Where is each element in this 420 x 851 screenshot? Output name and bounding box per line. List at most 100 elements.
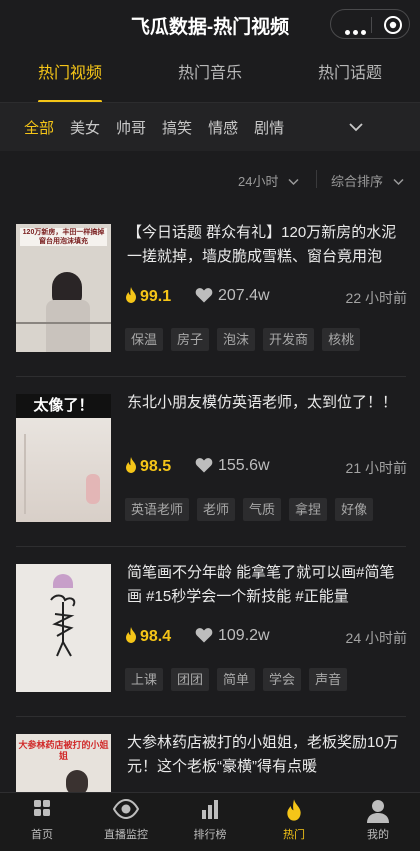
tag[interactable]: 好像	[335, 498, 374, 521]
capsule-divider	[371, 17, 372, 33]
bar-chart-icon	[202, 800, 218, 819]
mini-program-capsule[interactable]	[330, 9, 410, 39]
thumbnail-person-body	[46, 300, 90, 352]
likes-count: 109.2w	[195, 627, 270, 645]
video-stats: 98.4 109.2w 24 小时前	[125, 627, 407, 651]
category-funny[interactable]: 搞笑	[146, 117, 192, 138]
time-range-label: 24小时	[238, 174, 279, 189]
nav-ranking[interactable]: 排行榜	[168, 793, 252, 851]
tab-hot-music[interactable]: 热门音乐	[140, 50, 280, 102]
more-icon[interactable]	[345, 22, 369, 40]
flame-icon	[126, 457, 136, 473]
nav-label: 我的	[367, 829, 389, 841]
time-range-select[interactable]: 24小时	[238, 171, 299, 190]
tag-list: 上课 团团 简单 学会 声音	[125, 668, 355, 691]
tag[interactable]: 声音	[309, 668, 348, 691]
nav-label: 首页	[31, 829, 53, 841]
flame-icon	[126, 287, 136, 303]
sort-bar: 24小时 综合排序	[0, 151, 420, 207]
sort-divider	[316, 170, 317, 188]
top-bar: 飞瓜数据-热门视频	[0, 0, 420, 50]
user-icon	[367, 800, 389, 823]
chevron-down-icon	[393, 178, 404, 186]
tag-list: 保温 房子 泡沫 开发商 核桃	[125, 328, 368, 351]
heat-score: 98.4	[125, 627, 171, 646]
sort-order-select[interactable]: 综合排序	[331, 171, 404, 190]
thumbnail-window-ledge	[16, 322, 111, 324]
tag[interactable]: 拿捏	[289, 498, 328, 521]
video-item[interactable]: 太像了！ 东北小朋友模仿英语老师，太到位了！！ 98.5 155.6w 21 小…	[0, 377, 420, 547]
bottom-nav: 首页 直播监控 排行榜 热门 我的	[0, 792, 420, 851]
video-thumbnail[interactable]	[16, 564, 111, 692]
flame-icon	[287, 799, 301, 821]
thumbnail-drawing	[50, 594, 76, 657]
tag[interactable]: 老师	[197, 498, 236, 521]
video-stats: 98.5 155.6w 21 小时前	[125, 457, 407, 481]
nav-hot[interactable]: 热门	[252, 793, 336, 851]
tag-list: 英语老师 老师 气质 拿捏 好像	[125, 498, 381, 521]
main-tabs: 热门视频 热门音乐 热门话题	[0, 50, 420, 103]
close-target-icon[interactable]	[383, 15, 403, 35]
video-thumbnail[interactable]: 120万新房，丰田一样搞掉 窗台用泡沫填充	[16, 224, 111, 352]
tag[interactable]: 团团	[171, 668, 210, 691]
heart-icon	[195, 628, 213, 643]
video-title[interactable]: 简笔画不分年龄 能拿笔了就可以画#简笔画 #15秒学会一个新技能 #正能量	[127, 561, 407, 609]
thumbnail-caption: 120万新房，丰田一样搞掉 窗台用泡沫填充	[20, 228, 107, 246]
category-drama[interactable]: 剧情	[238, 117, 284, 138]
thumbnail-caption: 太像了！	[16, 394, 111, 418]
nav-live-monitor[interactable]: 直播监控	[84, 793, 168, 851]
tag[interactable]: 开发商	[263, 328, 315, 351]
tab-hot-topics[interactable]: 热门话题	[280, 50, 420, 102]
chevron-down-icon[interactable]	[348, 119, 364, 135]
likes-value: 207.4w	[218, 287, 270, 304]
video-thumbnail[interactable]: 太像了！	[16, 394, 111, 522]
video-title[interactable]: 大参林药店被打的小姐姐，老板奖励10万元！这个老板“豪横”得有点暖	[127, 731, 407, 779]
post-time: 22 小时前	[345, 290, 407, 306]
tag[interactable]: 简单	[217, 668, 256, 691]
heat-value: 99.1	[140, 288, 172, 305]
tag[interactable]: 气质	[243, 498, 282, 521]
thumbnail-wall	[16, 418, 111, 522]
chevron-down-icon	[288, 178, 299, 186]
thumbnail-caption: 大参林药店被打的小姐姐	[18, 740, 109, 761]
nav-home[interactable]: 首页	[0, 793, 84, 851]
category-all[interactable]: 全部	[0, 117, 54, 138]
video-title[interactable]: 【今日话题 群众有礼】120万新房的水泥一搓就掉，墙皮脆成雪糕、窗台竟用泡沫…	[127, 221, 407, 269]
category-filter: 全部 美女 帅哥 搞笑 情感 剧情	[0, 103, 420, 151]
video-thumbnail[interactable]: 大参林药店被打的小姐姐	[16, 734, 111, 792]
tag[interactable]: 泡沫	[217, 328, 256, 351]
post-time: 24 小时前	[345, 630, 407, 646]
tag[interactable]: 保温	[125, 328, 164, 351]
tag[interactable]: 学会	[263, 668, 302, 691]
heat-value: 98.5	[140, 458, 172, 475]
post-time: 21 小时前	[345, 460, 407, 476]
video-stats: 99.1 207.4w 22 小时前	[125, 287, 407, 311]
eye-icon	[113, 799, 139, 819]
tag[interactable]: 核桃	[322, 328, 361, 351]
likes-count: 207.4w	[195, 287, 270, 305]
likes-value: 109.2w	[218, 627, 270, 644]
heart-icon	[195, 288, 213, 303]
heat-score: 99.1	[125, 287, 171, 306]
flame-icon	[126, 627, 136, 643]
heat-value: 98.4	[140, 628, 172, 645]
tag[interactable]: 房子	[171, 328, 210, 351]
nav-profile[interactable]: 我的	[336, 793, 420, 851]
thumbnail-sun	[53, 574, 73, 588]
category-beauty[interactable]: 美女	[54, 117, 100, 138]
nav-label: 排行榜	[193, 829, 227, 841]
tag[interactable]: 英语老师	[125, 498, 190, 521]
category-emotion[interactable]: 情感	[192, 117, 238, 138]
thumbnail-child	[86, 474, 100, 504]
likes-value: 155.6w	[218, 457, 270, 474]
likes-count: 155.6w	[195, 457, 270, 475]
category-handsome[interactable]: 帅哥	[100, 117, 146, 138]
tab-hot-videos[interactable]: 热门视频	[0, 50, 140, 103]
tag[interactable]: 上课	[125, 668, 164, 691]
video-item[interactable]: 大参林药店被打的小姐姐 大参林药店被打的小姐姐，老板奖励10万元！这个老板“豪横…	[0, 717, 420, 792]
grid-icon	[34, 800, 50, 816]
video-item[interactable]: 简笔画不分年龄 能拿笔了就可以画#简笔画 #15秒学会一个新技能 #正能量 98…	[0, 547, 420, 717]
video-item[interactable]: 120万新房，丰田一样搞掉 窗台用泡沫填充 【今日话题 群众有礼】120万新房的…	[0, 207, 420, 377]
sort-order-label: 综合排序	[331, 174, 384, 189]
video-title[interactable]: 东北小朋友模仿英语老师，太到位了！！	[127, 391, 407, 415]
